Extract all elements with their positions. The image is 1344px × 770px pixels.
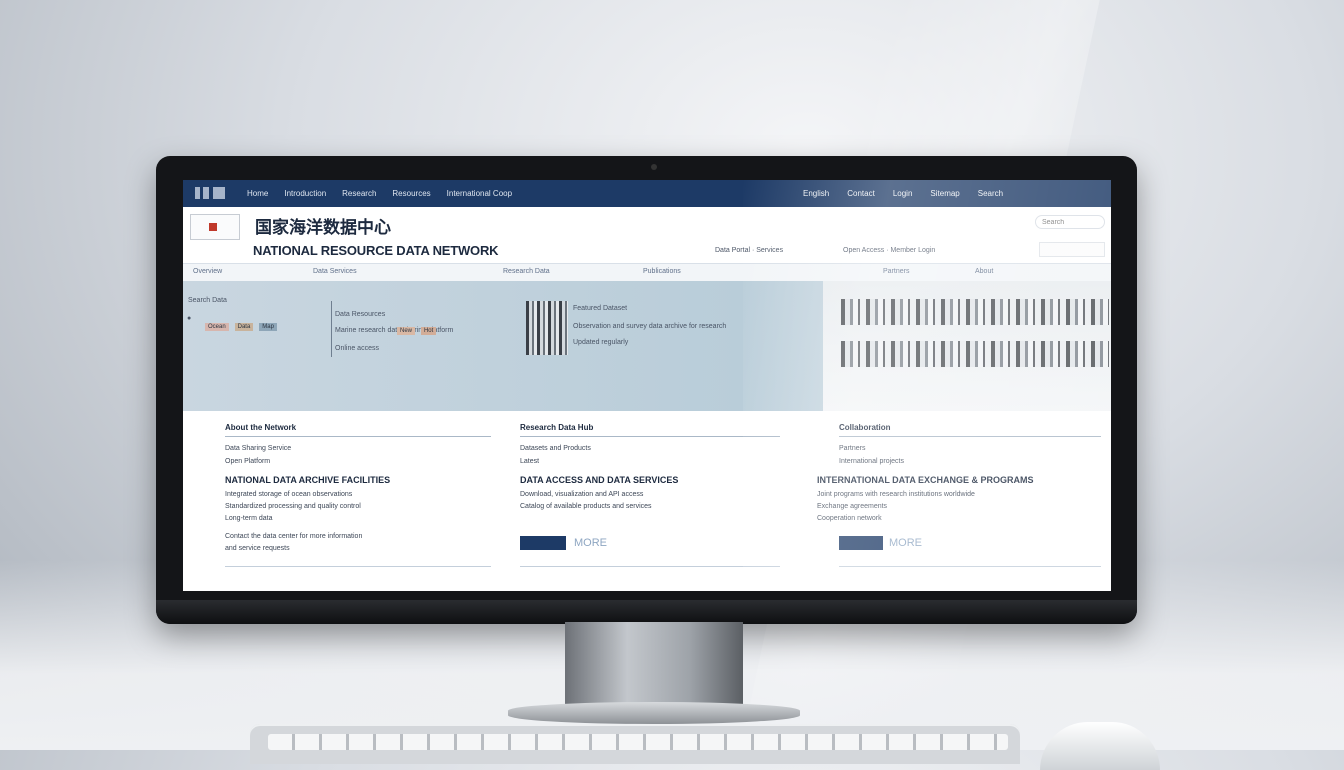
subnav-item-about[interactable]: About	[975, 268, 993, 275]
subnav-item-overview[interactable]: Overview	[193, 268, 222, 275]
column-line: Integrated storage of ocean observations	[225, 491, 353, 498]
feature-note: Updated regularly	[573, 339, 629, 346]
column-line: International projects	[839, 458, 904, 465]
feature-title[interactable]: Featured Dataset	[573, 305, 627, 312]
column-rule	[520, 436, 780, 437]
flag-icon	[209, 223, 217, 231]
column-line: Contact the data center for more informa…	[225, 533, 363, 540]
column-line: Long-term data	[225, 515, 273, 522]
column-line: Download, visualization and API access	[520, 491, 644, 498]
nav-link-cooperation[interactable]: International Coop	[447, 189, 512, 198]
hero-tag-data[interactable]: Data	[234, 323, 254, 331]
subnav-item-data-services[interactable]: Data Services	[313, 268, 357, 275]
feature-thumbnail[interactable]	[526, 301, 568, 355]
column-research: Research Data Hub Datasets and Products …	[520, 411, 782, 591]
more-label[interactable]: MORE	[574, 537, 607, 549]
hero-photo-lab	[823, 281, 1111, 411]
column-footer-rule	[839, 566, 1101, 567]
nav-link-sitemap[interactable]: Sitemap	[930, 189, 959, 198]
column-line: Partners	[839, 445, 866, 452]
monitor-stand	[565, 622, 743, 714]
monitor-stand-base	[508, 702, 800, 724]
header-meta-left[interactable]: Data Portal · Services	[715, 247, 783, 254]
nav-link-login[interactable]: Login	[893, 189, 913, 198]
column-feature-title[interactable]: NATIONAL DATA ARCHIVE FACILITIES	[225, 475, 390, 485]
column-heading[interactable]: Research Data Hub	[520, 423, 593, 432]
column-footer-rule	[520, 566, 780, 567]
nav-link-home[interactable]: Home	[247, 189, 268, 198]
column-line: Data Sharing Service	[225, 445, 292, 452]
more-button[interactable]	[839, 536, 883, 550]
hero-tag-new[interactable]: New	[397, 327, 416, 335]
hero-search-title: Search Data	[188, 297, 227, 304]
hero-mid-tags: New Hot	[397, 327, 440, 335]
hero-tag-map[interactable]: Map	[259, 323, 277, 331]
subnav-item-research-data[interactable]: Research Data	[503, 268, 550, 275]
monitor-chin	[156, 600, 1137, 624]
subnav-item-publications[interactable]: Publications	[643, 268, 681, 275]
site-header: 国家海洋数据中心 NATIONAL RESOURCE DATA NETWORK …	[183, 207, 1111, 263]
nav-link-english[interactable]: English	[803, 189, 829, 198]
column-line: and service requests	[225, 545, 290, 552]
feature-description: Observation and survey data archive for …	[573, 323, 727, 330]
language-selector[interactable]	[1039, 242, 1105, 257]
webcam-icon	[651, 164, 657, 170]
subnav-item-partners[interactable]: Partners	[883, 268, 909, 275]
nav-link-contact[interactable]: Contact	[847, 189, 875, 198]
column-heading[interactable]: Collaboration	[839, 423, 891, 432]
column-line: Catalog of available products and servic…	[520, 503, 652, 510]
column-footer-rule	[225, 566, 491, 567]
more-button[interactable]	[520, 536, 566, 550]
shelf-graphic	[841, 299, 1109, 325]
keyboard-keys	[268, 734, 1008, 750]
column-line: Standardized processing and quality cont…	[225, 503, 361, 510]
logo-icon[interactable]	[195, 187, 225, 199]
more-label[interactable]: MORE	[889, 537, 922, 549]
content-columns: About the Network Data Sharing Service O…	[183, 411, 1111, 591]
hero-mid-footnote[interactable]: Online access	[335, 345, 379, 352]
column-feature-title[interactable]: DATA ACCESS AND DATA SERVICES	[520, 475, 678, 485]
header-meta-right[interactable]: Open Access · Member Login	[843, 247, 935, 254]
hero-tag-hot[interactable]: Hot	[420, 327, 437, 335]
site-title-cjk: 国家海洋数据中心	[255, 218, 391, 237]
top-nav-utility-links: English Contact Login Sitemap Search	[803, 180, 1003, 207]
column-heading[interactable]: About the Network	[225, 423, 296, 432]
search-input[interactable]	[1035, 215, 1105, 229]
website-screen: Home Introduction Research Resources Int…	[183, 180, 1111, 591]
column-collaboration: Collaboration Partners International pro…	[817, 411, 1103, 591]
column-rule	[839, 436, 1101, 437]
column-line: Open Platform	[225, 458, 271, 465]
hero-mid-title: Data Resources	[335, 311, 386, 318]
column-about: About the Network Data Sharing Service O…	[225, 411, 495, 591]
column-feature-title[interactable]: INTERNATIONAL DATA EXCHANGE & PROGRAMS	[817, 475, 1034, 485]
site-title-en: NATIONAL RESOURCE DATA NETWORK	[253, 243, 499, 258]
nav-link-search[interactable]: Search	[978, 189, 1003, 198]
column-line: Latest	[520, 458, 540, 465]
secondary-nav: Overview Data Services Research Data Pub…	[183, 263, 1111, 283]
hero-divider	[331, 301, 332, 357]
nav-link-resources[interactable]: Resources	[392, 189, 430, 198]
hero-tag-ocean[interactable]: Ocean	[205, 323, 229, 331]
column-line: Joint programs with research institution…	[817, 491, 975, 498]
shelf-graphic	[841, 341, 1109, 367]
top-nav-links: Home Introduction Research Resources Int…	[247, 180, 512, 207]
column-rule	[225, 436, 491, 437]
column-line: Exchange agreements	[817, 503, 888, 510]
bullet-icon: ●	[187, 315, 192, 322]
site-emblem[interactable]	[190, 214, 240, 240]
hero-banner: Search Data ● Ocean Data Map Data Resour…	[183, 281, 1111, 411]
column-line: Datasets and Products	[520, 445, 591, 452]
column-line: Cooperation network	[817, 515, 882, 522]
top-nav-bar: Home Introduction Research Resources Int…	[183, 180, 1111, 207]
hero-tag-list: Ocean Data Map	[205, 323, 281, 331]
nav-link-research[interactable]: Research	[342, 189, 376, 198]
nav-link-introduction[interactable]: Introduction	[284, 189, 326, 198]
